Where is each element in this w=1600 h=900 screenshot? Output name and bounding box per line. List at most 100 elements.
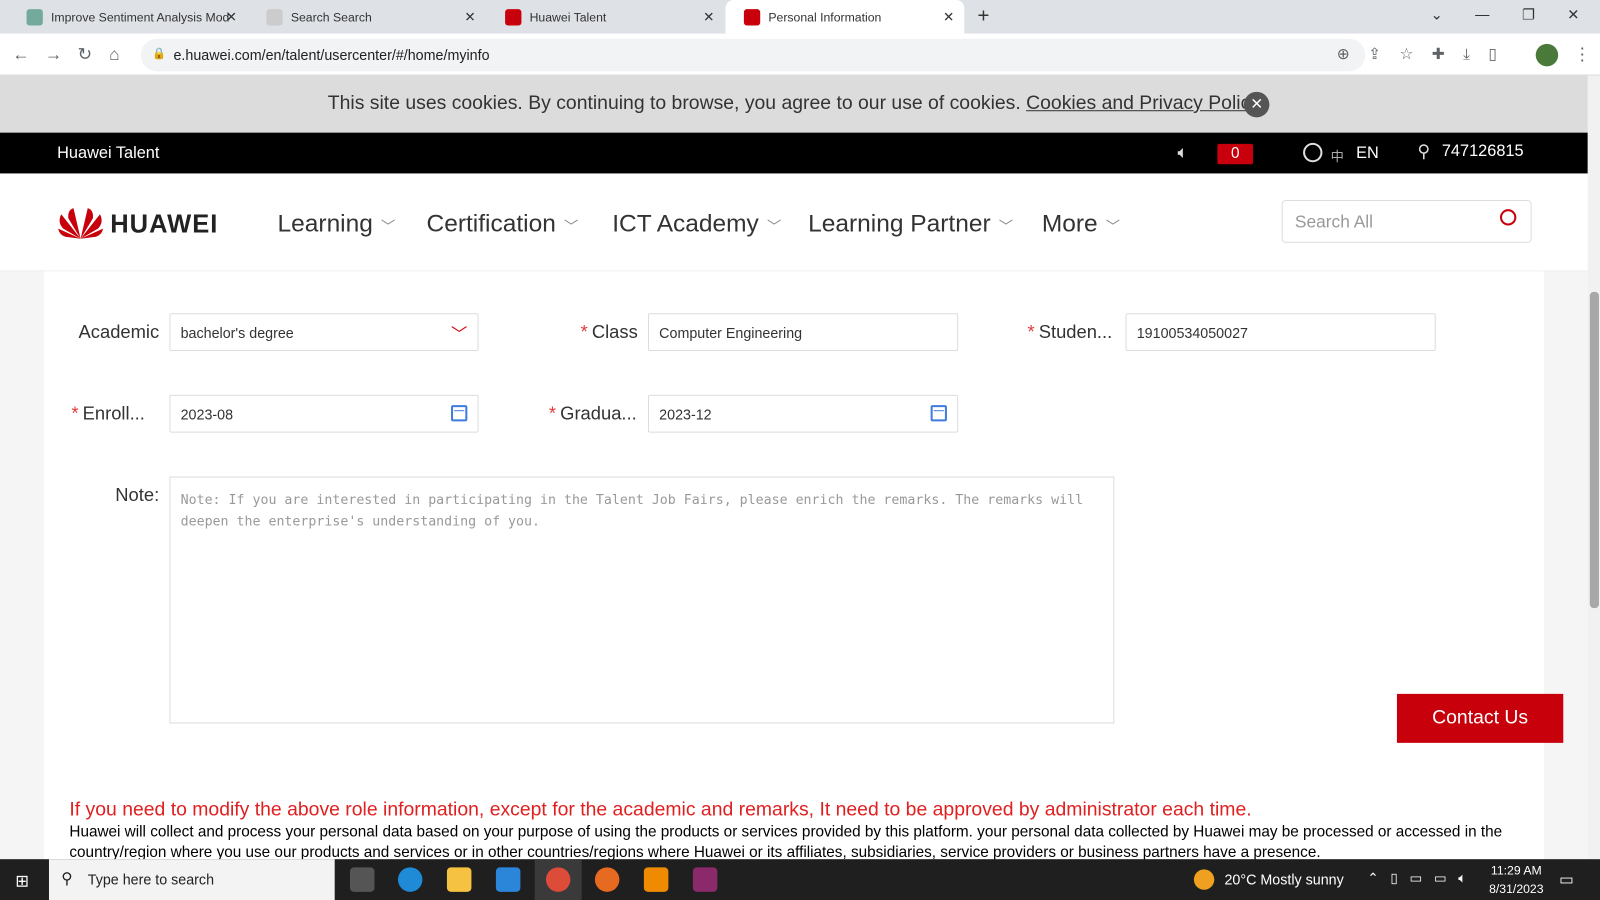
back-icon[interactable]: ←	[12, 45, 29, 65]
search-input[interactable]: Search All	[1281, 200, 1532, 243]
close-tab-icon[interactable]: ✕	[943, 9, 954, 25]
note-textarea[interactable]: Note: If you are interested in participa…	[169, 476, 1115, 724]
contact-us-button[interactable]: Contact Us	[1396, 693, 1564, 743]
chevron-down-icon: ﹀	[766, 218, 782, 235]
cookie-policy-link[interactable]: Cookies and Privacy Policy	[1026, 93, 1260, 114]
lang-cn[interactable]: 中	[1331, 146, 1344, 165]
chevron-down-icon: ﹀	[563, 218, 579, 235]
calendar-icon[interactable]	[930, 405, 947, 422]
google-icon	[266, 8, 283, 26]
calendar-icon[interactable]	[451, 405, 468, 422]
chatgpt-icon	[26, 8, 43, 26]
nav-label: Learning Partner	[808, 210, 991, 238]
user-id[interactable]: 747126815	[1442, 143, 1524, 161]
clock-date[interactable]: 8/31/2023	[1488, 882, 1545, 896]
grad-label: * Gradua...	[548, 403, 637, 424]
class-label: * Class	[580, 321, 638, 342]
huawei-logo-text: HUAWEI	[110, 210, 219, 239]
close-tab-icon[interactable]: ✕	[226, 9, 237, 25]
window-controls[interactable]: ⌄ — ❐ ✕	[1431, 6, 1580, 23]
system-tray-icons[interactable]: ⌃ ▯ ▭ ▭ 🔈︎	[1367, 870, 1466, 886]
file-explorer-icon[interactable]	[446, 867, 472, 892]
student-label: * Studen...	[1027, 321, 1113, 342]
chevron-down-icon: ﹀	[451, 326, 468, 344]
tab-search[interactable]: Search Search ✕	[248, 0, 486, 34]
modification-warning: If you need to modify the above role inf…	[69, 798, 1252, 821]
chevron-down-icon: ﹀	[381, 218, 396, 235]
brand-link[interactable]: Huawei Talent	[57, 145, 159, 163]
nav-learning[interactable]: Learning ﹀	[278, 210, 396, 239]
academic-select[interactable]: bachelor's degree ﹀	[169, 313, 479, 352]
new-tab-button[interactable]: +	[978, 5, 990, 28]
student-id-value: 19100534050027	[1136, 324, 1248, 341]
nav-label: Learning	[277, 210, 373, 238]
grad-label-text: Gradua...	[560, 403, 637, 424]
search-icon[interactable]	[1500, 209, 1517, 226]
huawei-icon	[743, 8, 761, 26]
huawei-icon	[505, 8, 522, 26]
home-icon[interactable]: ⌂	[109, 45, 119, 65]
task-view-icon[interactable]	[350, 867, 375, 892]
edge-icon[interactable]	[397, 867, 423, 892]
weather-text[interactable]: 20°C Mostly sunny	[1224, 871, 1343, 887]
lock-icon[interactable]: 🔒	[152, 47, 166, 60]
scrollbar-thumb[interactable]	[1589, 291, 1599, 609]
notifications-icon[interactable]: ▭	[1559, 870, 1573, 888]
note-placeholder: Note: If you are interested in participa…	[180, 492, 1084, 530]
chevron-down-icon: ﹀	[1105, 218, 1121, 235]
enrollment-date-input[interactable]: 2023-08	[169, 394, 479, 433]
menu-icon[interactable]: ⋮	[1573, 45, 1590, 65]
class-value: Computer Engineering	[659, 324, 803, 341]
top-bar	[0, 132, 1588, 174]
windows-start-icon[interactable]: ⊞	[15, 871, 29, 891]
tab-label: Improve Sentiment Analysis Mod	[51, 9, 230, 24]
academic-value: bachelor's degree	[180, 324, 294, 341]
chrome-icon[interactable]	[545, 867, 571, 892]
notification-badge[interactable]: 0	[1217, 143, 1254, 165]
tab-label: Huawei Talent	[529, 9, 607, 24]
tab-label: Personal Information	[768, 9, 882, 24]
close-tab-icon[interactable]: ✕	[464, 9, 475, 25]
class-input[interactable]: Computer Engineering	[647, 313, 959, 352]
tab-personal-info[interactable]: Personal Information ✕	[725, 0, 965, 34]
profile-avatar[interactable]	[1535, 43, 1559, 67]
tab-label: Search Search	[290, 9, 372, 24]
graduation-date-input[interactable]: 2023-12	[647, 394, 959, 433]
nav-more[interactable]: More ﹀	[1042, 210, 1120, 239]
clock-time[interactable]: 11:29 AM	[1488, 863, 1545, 877]
vlc-icon[interactable]	[643, 867, 669, 892]
chevron-down-icon: ﹀	[998, 218, 1014, 235]
globe-icon[interactable]	[1303, 142, 1323, 163]
firefox-icon[interactable]	[594, 867, 620, 892]
user-icon[interactable]: ⚲	[1417, 142, 1430, 162]
nav-ict-academy[interactable]: ICT Academy ﹀	[612, 210, 781, 239]
lang-en[interactable]: EN	[1356, 145, 1379, 163]
student-id-input[interactable]: 19100534050027	[1125, 313, 1436, 352]
nav-learning-partner[interactable]: Learning Partner ﹀	[808, 210, 1013, 239]
taskbar-search[interactable]: Type here to search	[48, 859, 335, 900]
huawei-logo-icon[interactable]	[57, 204, 104, 241]
cookie-banner: This site uses cookies. By continuing to…	[0, 75, 1588, 133]
graduation-value: 2023-12	[659, 406, 712, 423]
tab-sentiment[interactable]: Improve Sentiment Analysis Mod ✕	[8, 0, 247, 34]
nav-label: More	[1041, 210, 1098, 238]
enroll-label: * Enroll...	[71, 403, 145, 424]
reload-icon[interactable]: ↻	[78, 45, 93, 65]
student-label-text: Studen...	[1038, 321, 1113, 342]
browser-toolbar-icons[interactable]: ⊕ ⇪ ☆ ✚ ⤓ ▯	[1337, 45, 1497, 63]
weather-icon	[1193, 869, 1215, 890]
close-tab-icon[interactable]: ✕	[703, 9, 714, 25]
forward-icon[interactable]: →	[45, 45, 62, 65]
nav-label: ICT Academy	[612, 210, 759, 238]
taskbar-search-placeholder: Type here to search	[87, 871, 215, 888]
tab-huawei-talent[interactable]: Huawei Talent ✕	[487, 0, 725, 34]
vscode-icon[interactable]	[495, 867, 521, 892]
close-cookie-icon[interactable]: ✕	[1243, 91, 1270, 118]
enroll-label-text: Enroll...	[82, 403, 145, 424]
winrar-icon[interactable]	[692, 867, 718, 892]
speaker-icon[interactable]: 🔈︎	[1178, 143, 1188, 163]
url-input[interactable]: e.huawei.com/en/talent/usercenter/#/home…	[140, 38, 1366, 72]
nav-label: Certification	[426, 210, 556, 238]
nav-certification[interactable]: Certification ﹀	[427, 210, 579, 239]
search-placeholder: Search All	[1294, 212, 1374, 232]
